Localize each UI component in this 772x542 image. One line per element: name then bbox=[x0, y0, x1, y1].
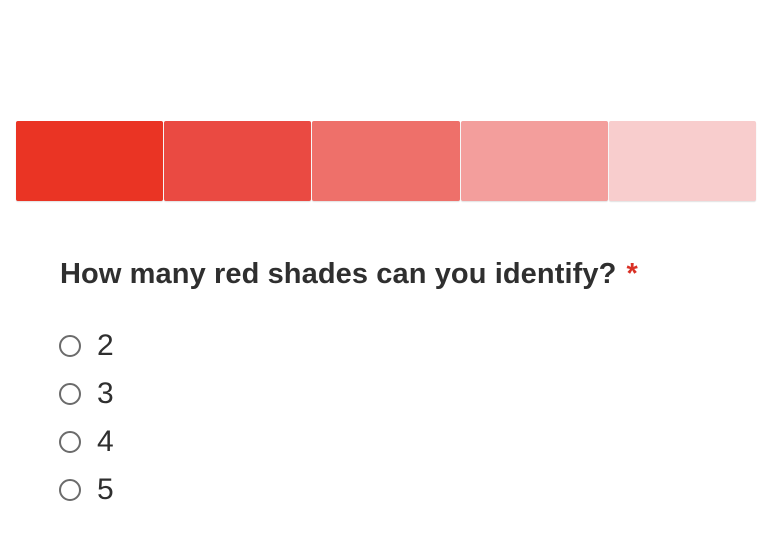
radio-button-icon[interactable] bbox=[59, 479, 81, 501]
color-swatch-4 bbox=[460, 121, 608, 201]
option-label: 5 bbox=[97, 473, 114, 506]
color-swatch-1 bbox=[16, 121, 164, 201]
radio-button-icon[interactable] bbox=[59, 383, 81, 405]
answer-options: 2 3 4 5 bbox=[59, 322, 114, 514]
option-5[interactable]: 5 bbox=[59, 466, 114, 514]
question-title: How many red shades can you identify? * bbox=[60, 258, 638, 291]
red-shade-swatch-strip bbox=[16, 121, 757, 201]
option-4[interactable]: 4 bbox=[59, 418, 114, 466]
radio-button-icon[interactable] bbox=[59, 335, 81, 357]
option-label: 3 bbox=[97, 377, 114, 410]
question-text: How many red shades can you identify? bbox=[60, 258, 617, 290]
option-3[interactable]: 3 bbox=[59, 370, 114, 418]
color-swatch-3 bbox=[312, 121, 460, 201]
radio-button-icon[interactable] bbox=[59, 431, 81, 453]
required-asterisk: * bbox=[626, 258, 638, 290]
option-label: 4 bbox=[97, 425, 114, 458]
color-swatch-2 bbox=[164, 121, 312, 201]
option-2[interactable]: 2 bbox=[59, 322, 114, 370]
option-label: 2 bbox=[97, 329, 114, 362]
color-swatch-5 bbox=[608, 121, 757, 201]
